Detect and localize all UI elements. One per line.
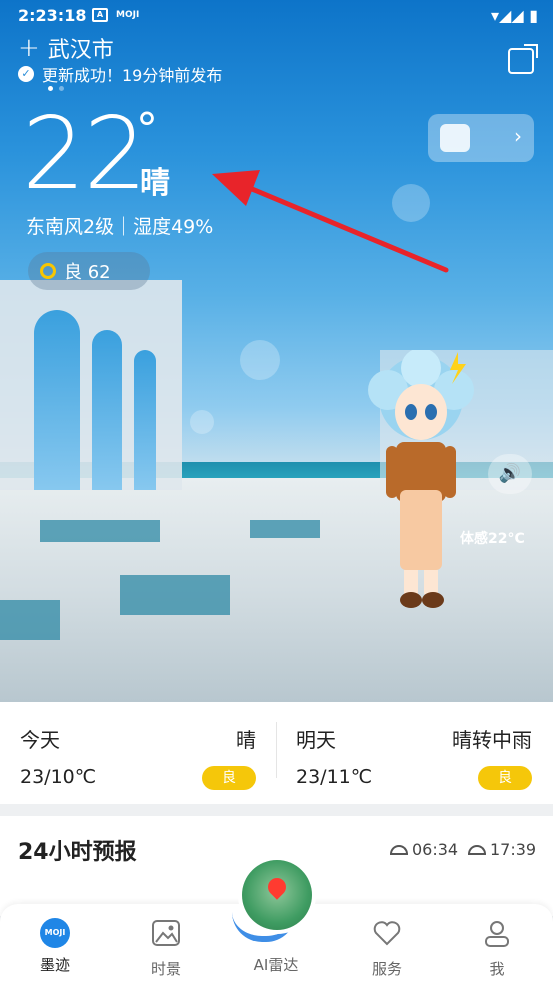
- nav-label: 服务: [371, 960, 402, 978]
- cartoon-character: [368, 350, 474, 608]
- nav-label: 时景: [150, 960, 181, 978]
- day-label: 明天: [296, 728, 336, 752]
- temp-range: 23/10℃: [20, 766, 97, 788]
- map-pin-icon: [264, 874, 290, 900]
- day-weather: 晴: [236, 728, 256, 752]
- day-label: 今天: [20, 728, 60, 752]
- nav-label: 我: [489, 960, 505, 978]
- sunset: 17:39: [468, 840, 536, 859]
- aqi-badge: 良: [478, 766, 532, 790]
- sunrise-icon: [390, 844, 408, 855]
- user-icon: [485, 921, 509, 947]
- weather-hero: 2:23:18 A MOJI ▾◢◢ ▮ + 武汉市 ✓ 更新成功！19分钟前发…: [0, 0, 553, 702]
- sunset-time: 17:39: [490, 840, 537, 859]
- day-card-tomorrow[interactable]: 明天 晴转中雨 23/11℃ 良: [276, 702, 552, 804]
- aqi-badge: 良: [202, 766, 256, 790]
- nav-item-service[interactable]: 服务: [332, 904, 442, 984]
- heart-icon: [373, 921, 401, 946]
- day-weather: 晴转中雨: [452, 728, 532, 752]
- nav-item-me[interactable]: 我: [442, 904, 552, 984]
- sunrise-time: 06:34: [412, 840, 459, 859]
- temp-range: 23/11℃: [296, 766, 373, 788]
- nav-item-scene[interactable]: 时景: [111, 904, 221, 984]
- radar-icon: [242, 860, 312, 930]
- sunrise: 06:34: [390, 840, 458, 859]
- feels-like: 体感22°C: [460, 531, 525, 547]
- sunset-icon: [468, 844, 486, 855]
- nav-label: 墨迹: [39, 956, 70, 974]
- section-title: 24小时预报: [18, 840, 137, 865]
- speaker-icon[interactable]: 🔊: [488, 454, 532, 494]
- image-icon: [152, 920, 180, 946]
- nav-item-moji[interactable]: MOJI 墨迹: [0, 904, 110, 984]
- nav-label: AI雷达: [253, 956, 299, 974]
- radar-button[interactable]: [238, 856, 316, 934]
- day-card-today[interactable]: 今天 晴 23/10℃ 良: [0, 702, 276, 804]
- daily-forecast: 今天 晴 23/10℃ 良 明天 晴转中雨 23/11℃ 良: [0, 702, 553, 804]
- moji-icon: MOJI: [40, 918, 70, 948]
